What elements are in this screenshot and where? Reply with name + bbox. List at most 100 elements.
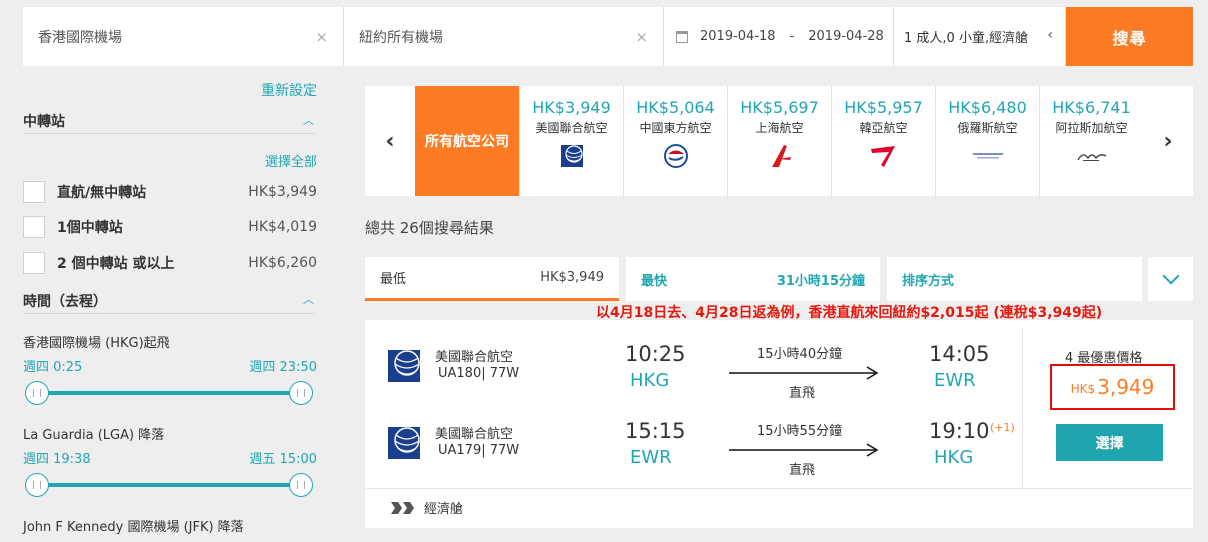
airline-carousel: ‹ 所有航空公司 HK$3,949 美國聯合航空 HK$5,064 中國東方航空…	[365, 86, 1193, 196]
departure-slider-min-handle[interactable]	[25, 381, 49, 405]
departure-time-max: 週四 23:50	[249, 360, 317, 375]
airline-price: HK$5,064	[636, 98, 715, 117]
carousel-next-button[interactable]: ›	[1143, 86, 1193, 196]
flight-result-card: 美國聯合航空 UA180| 77W 10:25 HKG 15小時40分鐘 直飛 …	[365, 320, 1193, 528]
airline-tab-alaska[interactable]: HK$6,741 阿拉斯加航空	[1039, 86, 1143, 196]
leg-arrival-code: EWR	[934, 370, 976, 391]
reset-filters-link[interactable]: 重新設定	[261, 80, 317, 100]
search-button[interactable]: 搜尋	[1066, 7, 1193, 66]
stop-price: HK$3,949	[248, 184, 317, 200]
leg-arrival-time: 14:05	[929, 342, 990, 366]
sort-fastest-tab[interactable]: 最快 31小時15分鐘	[626, 257, 880, 301]
stop-label: 2 個中轉站 或以上	[57, 256, 175, 272]
divider	[23, 313, 315, 314]
departure-time-min: 週四 0:25	[23, 360, 83, 375]
stops-section-title: 中轉站	[23, 114, 65, 130]
chevron-up-icon[interactable]: ︿	[303, 291, 314, 307]
airline-name: 中國東方航空	[639, 121, 712, 135]
airline-tab-asiana[interactable]: HK$5,957 韓亞航空	[831, 86, 935, 196]
asiana-logo-icon	[864, 142, 904, 170]
stop-label: 1個中轉站	[57, 220, 123, 236]
leg-departure-time: 15:15	[625, 419, 686, 443]
china-eastern-logo-icon	[656, 142, 696, 170]
price-highlight-box: HK$ 3,949	[1050, 364, 1175, 410]
stop-price: HK$4,019	[248, 219, 317, 235]
leg-duration: 15小時40分鐘	[757, 347, 843, 362]
destination-value: 紐約所有機場	[359, 29, 443, 46]
stop-checkbox[interactable]	[23, 181, 45, 203]
airline-tab-china-eastern[interactable]: HK$5,064 中國東方航空	[623, 86, 727, 196]
price-value: 3,949	[1097, 375, 1155, 399]
departure-slider-track[interactable]	[35, 391, 301, 395]
leg-flight-number: UA180| 77W	[438, 366, 520, 381]
arrival-jfk-label: John F Kennedy 國際機場 (JFK) 降落	[23, 520, 244, 535]
depart-date: 2019-04-18	[700, 29, 776, 44]
arrival-lga-slider-max-handle[interactable]	[289, 473, 313, 497]
origin-field[interactable]: 香港國際機場 ×	[23, 7, 344, 66]
arrow-right-icon	[729, 366, 879, 380]
arrival-lga-min: 週四 19:38	[23, 452, 91, 467]
promo-annotation: 以4月18日去、4月28日返為例，香港直航來回紐約$2,015起 (連稅$3,9…	[596, 305, 1103, 321]
airline-name: 阿拉斯加航空	[1055, 121, 1128, 135]
price-panel: 4 最優惠價格 HK$ 3,949 選擇	[1022, 328, 1193, 488]
clear-origin-icon[interactable]: ×	[315, 28, 328, 46]
leg-airline-name: 美國聯合航空	[435, 350, 514, 365]
passenger-field[interactable]: 1 成人,0 小童,經濟艙 ‹	[894, 7, 1066, 66]
sort-cheapest-value: HK$3,949	[540, 270, 604, 285]
arrival-lga-slider-min-handle[interactable]	[25, 473, 49, 497]
airline-name: 俄羅斯航空	[957, 121, 1018, 135]
sort-order-dropdown[interactable]: 排序方式	[887, 257, 1142, 301]
destination-field[interactable]: 紐約所有機場 ×	[344, 7, 664, 66]
time-section-title: 時間（去程）	[23, 294, 107, 310]
all-airlines-tab[interactable]: 所有航空公司	[415, 86, 519, 196]
inbound-leg: 美國聯合航空 UA179| 77W 15:15 EWR 15小時55分鐘 直飛 …	[365, 419, 1022, 489]
airline-price: HK$5,957	[844, 98, 923, 117]
stop-option-direct[interactable]: 直航/無中轉站 HK$3,949	[23, 180, 317, 204]
divider	[365, 488, 1193, 489]
date-range-field[interactable]: 2019-04-18 - 2019-04-28	[664, 7, 894, 66]
select-flight-button[interactable]: 選擇	[1056, 424, 1163, 461]
stop-label: 直航/無中轉站	[57, 185, 147, 201]
aeroflot-logo-icon	[968, 142, 1008, 170]
arrival-lga-slider-track[interactable]	[35, 483, 301, 487]
leg-departure-code: HKG	[630, 370, 670, 391]
clear-destination-icon[interactable]: ×	[635, 28, 648, 46]
airline-tab-united[interactable]: HK$3,949 美國聯合航空	[519, 86, 623, 196]
sort-cheapest-tab[interactable]: 最低 HK$3,949	[365, 257, 619, 301]
stop-option-one[interactable]: 1個中轉站 HK$4,019	[23, 215, 317, 239]
result-count: 總共 26個搜尋結果	[365, 219, 494, 237]
airline-price: HK$3,949	[532, 98, 611, 117]
search-bar: 香港國際機場 × 紐約所有機場 × 2019-04-18 - 2019-04-2…	[23, 7, 1193, 66]
airline-tab-shanghai-airlines[interactable]: HK$5,697 上海航空	[727, 86, 831, 196]
leg-flight-number: UA179| 77W	[438, 443, 520, 458]
outbound-leg: 美國聯合航空 UA180| 77W 10:25 HKG 15小時40分鐘 直飛 …	[365, 342, 1022, 412]
calendar-icon	[676, 30, 688, 43]
departure-slider-max-handle[interactable]	[289, 381, 313, 405]
select-all-stops-link[interactable]: 選擇全部	[265, 151, 317, 170]
airline-tab-aeroflot[interactable]: HK$6,480 俄羅斯航空	[935, 86, 1039, 196]
carousel-prev-button[interactable]: ‹	[365, 86, 415, 196]
passenger-value: 1 成人,0 小童,經濟艙	[904, 31, 1029, 46]
origin-value: 香港國際機場	[38, 29, 122, 46]
stop-checkbox[interactable]	[23, 216, 45, 238]
arrival-lga-max: 週五 15:00	[249, 452, 317, 467]
airline-price: HK$5,697	[740, 98, 819, 117]
leg-arrival-code: HKG	[934, 447, 974, 468]
cabin-class-label: 經濟艙	[424, 502, 464, 517]
price-currency: HK$	[1070, 382, 1096, 396]
sort-cheapest-label: 最低	[380, 272, 407, 287]
leg-airline-name: 美國聯合航空	[435, 427, 514, 442]
sort-toggle-button[interactable]	[1148, 257, 1193, 301]
chevron-up-icon[interactable]: ︿	[303, 112, 314, 128]
stop-checkbox[interactable]	[23, 252, 45, 274]
airline-price: HK$6,480	[948, 98, 1027, 117]
alaska-logo-icon	[1072, 142, 1112, 170]
sort-fastest-value: 31小時15分鐘	[776, 273, 865, 289]
departure-time-label: 香港國際機場 (HKG)起飛	[23, 336, 170, 351]
chevron-down-icon	[1162, 267, 1179, 285]
united-logo-icon	[388, 350, 420, 382]
stop-option-two-plus[interactable]: 2 個中轉站 或以上 HK$6,260	[23, 251, 317, 275]
airline-price: HK$6,741	[1052, 98, 1131, 117]
united-logo-icon	[552, 142, 592, 170]
airline-name: 上海航空	[755, 121, 804, 135]
